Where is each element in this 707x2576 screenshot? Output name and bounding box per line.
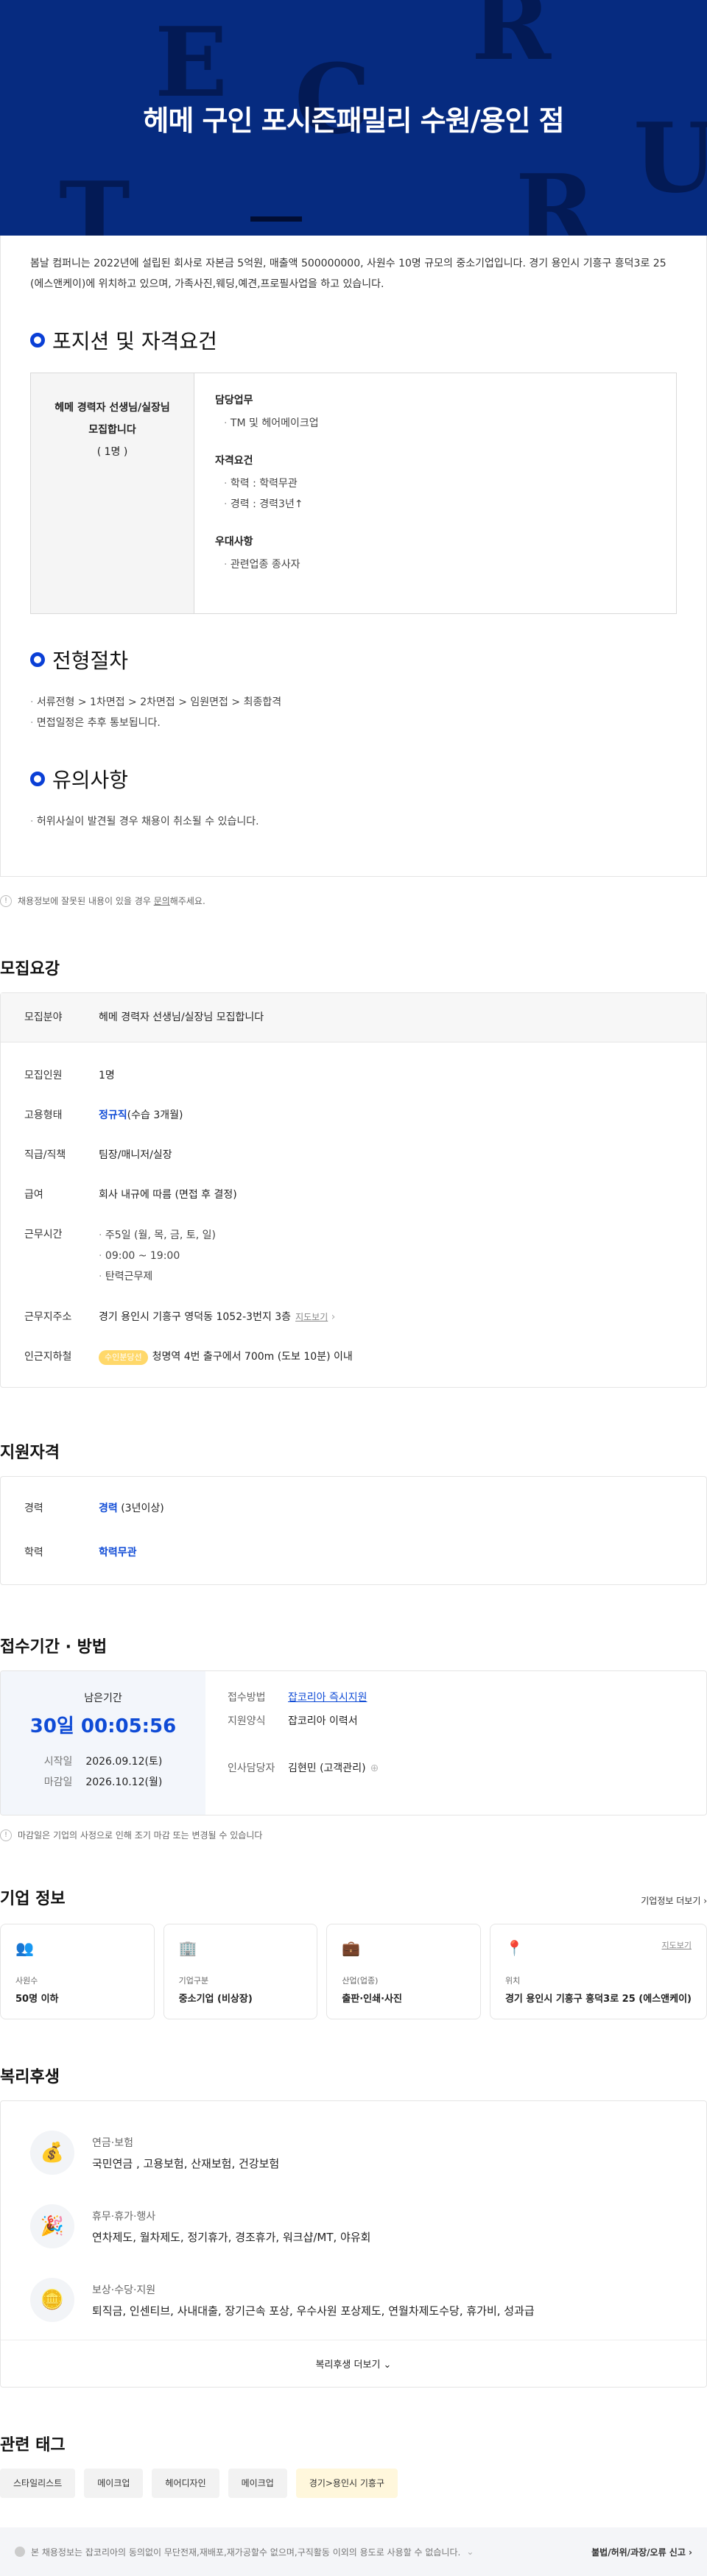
subway-badge: 수인분당선 bbox=[99, 1350, 148, 1365]
hero-bg-letter: R bbox=[516, 153, 596, 236]
tag-item[interactable]: 메이크업 bbox=[84, 2469, 144, 2498]
qual-career-row: 경력 경력 (3년이상) bbox=[24, 1503, 164, 1514]
hours-item: 탄력근무제 bbox=[99, 1266, 706, 1287]
map-link[interactable]: 지도보기 bbox=[295, 1312, 328, 1322]
apply-heading: 접수기간 · 방법 bbox=[0, 1638, 108, 1656]
process-heading: 전형절차 bbox=[30, 645, 677, 674]
info-icon: ! bbox=[0, 1829, 12, 1841]
report-link[interactable]: 불법/허위/과장/오류 신고 › bbox=[591, 2546, 692, 2558]
welfare-more-button[interactable]: 복리후생 더보기 ⌄ bbox=[1, 2340, 706, 2387]
welfare-heading: 복리후생 bbox=[0, 2068, 60, 2086]
welfare-box: 💰 연금·보험 국민연금 , 고용보험, 산재보험, 건강보험 🎉 휴무·휴가·행사 연… bbox=[0, 2100, 707, 2388]
page-title: 헤메 구인 포시즌패밀리 수원/용인 점 bbox=[143, 104, 564, 137]
hero-bg-letter: T bbox=[59, 160, 130, 236]
position-table: 헤메 경력자 선생님/실장님 모집합니다 ( 1명 ) 담당업무 TM 및 헤어… bbox=[30, 373, 677, 614]
report-notice: ! 채용정보에 잘못된 내용이 있을 경우 문의해주세요. bbox=[0, 894, 707, 907]
recruit-field-row: 모집분야 헤메 경력자 선생님/실장님 모집합니다 bbox=[1, 993, 706, 1042]
party-icon: 🎉 bbox=[30, 2204, 74, 2248]
req-item: 학력 : 학력무관 bbox=[215, 473, 319, 494]
company-card: 🏢 기업구분 중소기업 (비상장) bbox=[163, 1924, 318, 2019]
recruit-num-row: 모집인원 1명 bbox=[24, 1070, 115, 1081]
map-link[interactable]: 지도보기 bbox=[662, 1939, 692, 1951]
bullet-ring-icon bbox=[30, 333, 45, 347]
wallet-icon: 💰 bbox=[30, 2131, 74, 2175]
req-title: 자격요건 bbox=[215, 455, 253, 467]
hero-bg-letter: R bbox=[471, 0, 552, 82]
welfare-item: 🎉 휴무·휴가·행사 연차제도, 월차제도, 정기휴가, 경조휴가, 워크샵/MT,… bbox=[30, 2189, 677, 2263]
hours-item: 09:00 ~ 19:00 bbox=[99, 1246, 706, 1266]
apply-period: 남은기간 30일 00:05:56 시작일 2026.09.12(토) 마감일 20… bbox=[1, 1671, 205, 1815]
report-link[interactable]: 문의 bbox=[154, 896, 170, 906]
company-card: 💼 산업(업종) 출판·인쇄·사진 bbox=[326, 1924, 481, 2019]
company-cards: 👥 사원수 50명 이하 🏢 기업구분 중소기업 (비상장) 💼 산업(업종) 출판·인쇄·… bbox=[0, 1924, 707, 2019]
process-item: 면접일정은 추후 통보됩니다. bbox=[30, 713, 677, 733]
qual-box: 경력 경력 (3년이상) 학력 학력무관 bbox=[0, 1476, 707, 1585]
recruit-heading: 모집요강 bbox=[0, 960, 60, 978]
position-title: 헤메 경력자 선생님/실장님 모집합니다 bbox=[54, 402, 170, 436]
recruit-pay-row: 급여 회사 내규에 따름 (면접 후 결정) bbox=[24, 1189, 237, 1201]
tag-item[interactable]: 메이크업 bbox=[228, 2469, 287, 2498]
position-details: 담당업무 TM 및 헤어메이크업 자격요건 학력 : 학력무관 경력 : 경력3… bbox=[194, 373, 340, 613]
pref-item: 관련업종 종사자 bbox=[215, 554, 319, 575]
apply-box: 남은기간 30일 00:05:56 시작일 2026.09.12(토) 마감일 20… bbox=[0, 1670, 707, 1815]
position-summary: 헤메 경력자 선생님/실장님 모집합니다 ( 1명 ) bbox=[31, 373, 194, 613]
position-heading: 포지션 및 자격요건 bbox=[30, 325, 677, 355]
company-card: 👥 사원수 50명 이하 bbox=[0, 1924, 155, 2019]
company-card: 📍 지도보기 위치 경기 용인시 기흥구 흥덕3로 25 (에스앤케이) bbox=[489, 1924, 707, 2019]
caution-item: 허위사실이 발견될 경우 채용이 취소될 수 있습니다. bbox=[30, 811, 677, 832]
company-intro: 봄날 컴퍼니는 2022년에 설립된 회사로 자본금 5억원, 매출액 5000… bbox=[30, 258, 666, 290]
recruit-type-row: 고용형태 정규직(수습 3개월) bbox=[24, 1109, 183, 1121]
recruit-box: 모집분야 헤메 경력자 선생님/실장님 모집합니다 모집인원 1명 고용형태 정규직… bbox=[0, 992, 707, 1388]
hours-item: 주5일 (월, 목, 금, 토, 일) bbox=[99, 1225, 706, 1246]
hero-bg-bar bbox=[250, 216, 302, 222]
welfare-item: 💰 연금·보험 국민연금 , 고용보험, 산재보험, 건강보험 bbox=[30, 2116, 677, 2189]
company-heading: 기업 정보 bbox=[0, 1890, 66, 1908]
tag-item[interactable]: 헤어디자인 bbox=[152, 2469, 219, 2498]
people-icon: 👥 bbox=[15, 1939, 34, 1957]
tag-item[interactable]: 경기>용인시 기흥구 bbox=[295, 2469, 398, 2498]
req-item: 경력 : 경력3년↑ bbox=[215, 494, 319, 515]
duty-title: 담당업무 bbox=[215, 395, 253, 406]
pref-title: 우대사항 bbox=[215, 536, 253, 548]
duty-item: TM 및 헤어메이크업 bbox=[215, 413, 319, 434]
recruit-rank-row: 직급/직책 팀장/매니저/실장 bbox=[24, 1149, 172, 1161]
bullet-ring-icon bbox=[30, 652, 45, 667]
welfare-item: 🪙 보상·수당·지원 퇴직금, 인센티브, 사내대출, 장기근속 포상, 우수사원 … bbox=[30, 2263, 677, 2340]
tag-list: 스타일리스트 메이크업 헤어디자인 메이크업 경기>용인시 기흥구 bbox=[0, 2469, 707, 2498]
caution-heading: 유의사항 bbox=[30, 764, 677, 794]
briefcase-icon: 💼 bbox=[342, 1939, 361, 1957]
recruit-hours-row: 근무시간 주5일 (월, 목, 금, 토, 일) 09:00 ~ 19:00 탄… bbox=[1, 1215, 706, 1297]
info-icon: ! bbox=[0, 894, 12, 907]
footer-bar: 본 채용정보는 잡코리아의 동의없이 무단전재,재배포,재가공할수 없으며,구직… bbox=[0, 2527, 707, 2576]
apply-notice: ! 마감일은 기업의 사정으로 인해 조기 마감 또는 변경될 수 있습니다 bbox=[0, 1829, 707, 1841]
apply-method: 접수방법 잡코리아 즉시지원 지원양식 잡코리아 이력서 인사담당자 김현민 (고객관… bbox=[205, 1671, 401, 1815]
hero-bg-letter: U bbox=[633, 102, 707, 214]
building-icon: 🏢 bbox=[178, 1939, 197, 1957]
position-count: ( 1명 ) bbox=[96, 446, 128, 458]
contact-icon[interactable]: ⊕ bbox=[370, 1757, 379, 1780]
hero-banner: E R C U T R 헤메 구인 포시즌패밀리 수원/용인 점 bbox=[0, 0, 707, 236]
footer-notice: 본 채용정보는 잡코리아의 동의없이 무단전재,재배포,재가공할수 없으며,구직… bbox=[31, 2547, 461, 2558]
tags-heading: 관련 태그 bbox=[0, 2436, 66, 2455]
countdown: 30일 00:05:56 bbox=[29, 1715, 177, 1737]
recruit-station-row: 인근지하철 수인분당선 청명역 4번 출구에서 700m (도보 10분) 이내 bbox=[1, 1337, 706, 1377]
apply-link[interactable]: 잡코리아 즉시지원 bbox=[288, 1686, 367, 1709]
qual-edu-row: 학력 학력무관 bbox=[24, 1547, 137, 1559]
company-more-link[interactable]: 기업정보 더보기 › bbox=[641, 1894, 707, 1907]
job-detail: 봄날 컴퍼니는 2022년에 설립된 회사로 자본금 5억원, 매출액 5000… bbox=[0, 236, 707, 877]
qual-heading: 지원자격 bbox=[0, 1444, 60, 1462]
tag-item[interactable]: 스타일리스트 bbox=[0, 2469, 76, 2498]
bullet-ring-icon bbox=[30, 772, 45, 786]
info-icon bbox=[15, 2547, 25, 2557]
recruit-addr-row: 근무지주소 경기 용인시 기흥구 영덕동 1052-3번지 3층 지도보기 › bbox=[24, 1311, 336, 1323]
coin-icon: 🪙 bbox=[30, 2278, 74, 2322]
process-item: 서류전형 > 1차면접 > 2차면접 > 임원면접 > 최종합격 bbox=[30, 692, 677, 713]
hero-bg-letter: E bbox=[155, 6, 228, 119]
